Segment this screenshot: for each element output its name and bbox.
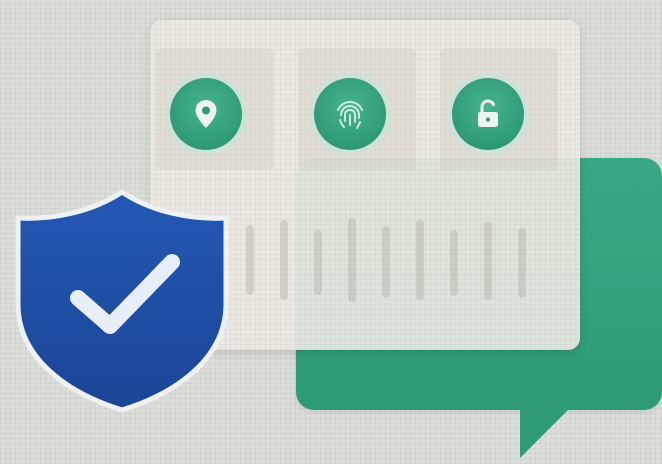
placeholder-line	[518, 228, 526, 298]
fingerprint-icon	[337, 100, 363, 129]
fingerprint-button[interactable]	[314, 78, 386, 150]
unlocked-padlock-icon	[478, 99, 498, 127]
shield-check-icon	[15, 189, 229, 413]
placeholder-line	[382, 226, 390, 298]
placeholder-line	[246, 225, 254, 295]
placeholder-line	[450, 230, 458, 296]
placeholder-line	[348, 218, 356, 302]
placeholder-line	[280, 220, 288, 300]
location-pin-icon	[195, 100, 217, 128]
location-button[interactable]	[170, 78, 242, 150]
placeholder-line	[484, 222, 492, 300]
placeholder-line	[314, 230, 322, 295]
placeholder-line	[416, 220, 424, 300]
lock-button[interactable]	[452, 78, 524, 150]
chat-bubble-tail	[520, 396, 582, 458]
privacy-illustration	[0, 0, 662, 464]
